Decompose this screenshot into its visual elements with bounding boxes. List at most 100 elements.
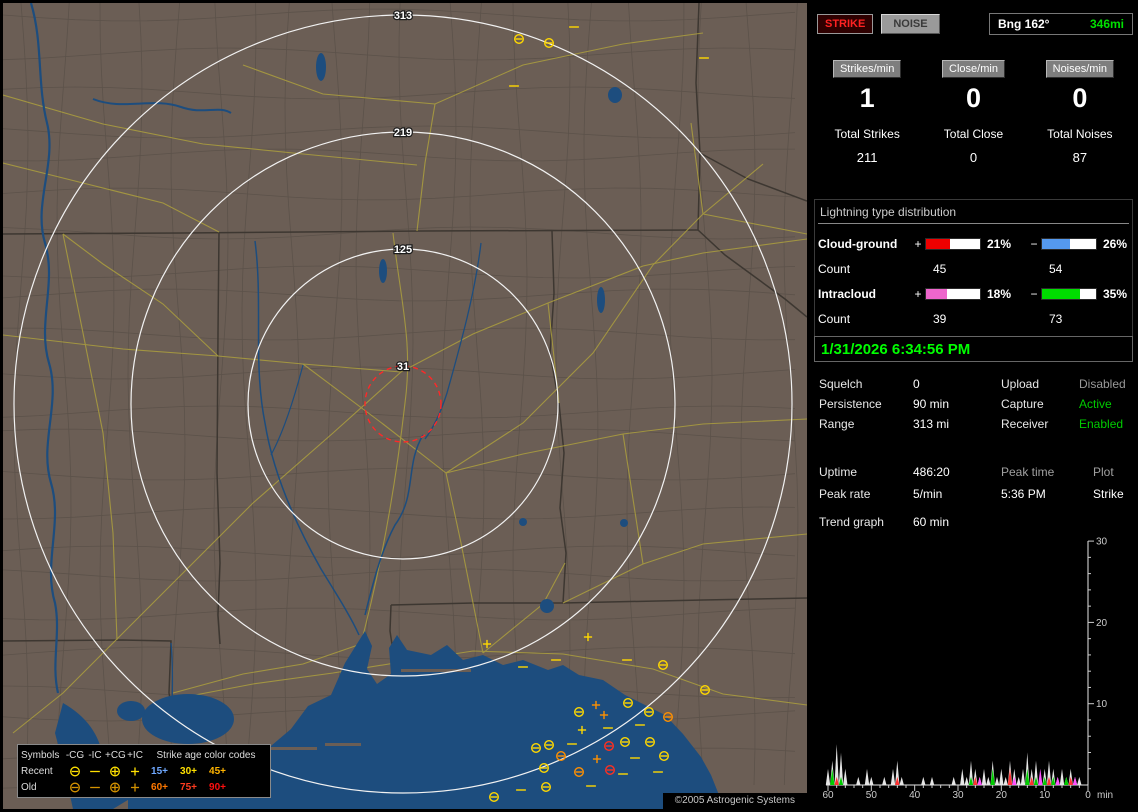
strikes-per-min-button[interactable]: Strikes/min (832, 60, 902, 78)
legend-old-row: Old 60+ 75+ 90+ (21, 779, 267, 795)
peak-rate-row: Peak rate 5/min 5:36 PM Strike (814, 483, 1133, 505)
ring-label: 31 (397, 361, 409, 373)
ring-label: 125 (394, 244, 412, 256)
cg-neg-sign: − (1030, 236, 1038, 251)
ring-label: 219 (394, 127, 412, 139)
age-75: 75+ (180, 781, 197, 793)
datetime-value: 1/31/2026 6:34:56 PM (821, 340, 971, 358)
svg-text:30: 30 (952, 790, 964, 801)
settings-section: Squelch 0 Upload Disabled Persistence 90… (814, 374, 1133, 434)
ic-pos-sign: + (914, 286, 922, 301)
noises-per-min-value: 0 (1072, 83, 1088, 113)
squelch-value: 0 (913, 377, 920, 391)
receiver-label: Receiver (1001, 417, 1049, 431)
svg-text:10: 10 (1096, 699, 1108, 710)
bearing-distance: 346mi (1089, 17, 1124, 31)
cg-pos-sign: + (914, 236, 922, 251)
map-canvas[interactable]: 313 219 125 31 (2, 2, 808, 809)
trend-graph: 0 10 20 30 40 50 60 min 10 20 30 (822, 537, 1113, 801)
cg-neg-recent-icon (65, 765, 85, 778)
legend-header-row: Symbols -CG -IC +CG +IC Strike age color… (21, 747, 267, 763)
cg-pos-recent-icon (105, 765, 125, 778)
legend-recent-row: Recent 15+ 30+ 45+ (21, 763, 267, 779)
legend-col-cg-pos: +CG (105, 749, 126, 761)
persistence-label: Persistence (819, 397, 882, 411)
ic-pos-bar (925, 287, 981, 300)
ring-label: 313 (394, 10, 412, 22)
map-legend: Symbols -CG -IC +CG +IC Strike age color… (17, 744, 271, 798)
trend-graph-label: Trend graph (819, 515, 884, 529)
ic-neg-percent: 35% (1103, 286, 1128, 301)
ic-pos-percent: 18% (987, 286, 1012, 301)
cg-neg-old-icon (65, 781, 85, 794)
strike-button[interactable]: STRIKE (817, 14, 874, 34)
svg-text:20: 20 (996, 790, 1008, 801)
cg-pos-old-icon (105, 781, 125, 794)
uptime-row: Uptime 486:20 Peak time Plot (814, 461, 1133, 483)
total-strikes-label: Total Strikes (834, 127, 900, 141)
ic-pos-old-icon (125, 781, 145, 794)
noise-button[interactable]: NOISE (881, 14, 940, 34)
uptime-section: Uptime 486:20 Peak time Plot Peak rate 5… (814, 461, 1133, 505)
map-view[interactable]: 313 219 125 31 Symbols -CG -IC +CG +IC Stri… (2, 2, 808, 809)
distribution-title: Lightning type distribution (818, 204, 1129, 224)
cloud-ground-label: Cloud-ground (818, 236, 898, 251)
ic-neg-bar (1041, 287, 1097, 300)
persistence-value: 90 min (913, 397, 950, 411)
noises-per-min-button[interactable]: Noises/min (1045, 60, 1115, 78)
svg-text:50: 50 (866, 790, 878, 801)
legend-recent-label: Recent (21, 765, 53, 777)
upload-label: Upload (1001, 377, 1040, 391)
intracloud-row: Intracloud + 18% − 35% (818, 281, 1129, 306)
svg-text:10: 10 (1039, 790, 1051, 801)
cg-pos-percent: 21% (987, 236, 1012, 251)
cg-neg-percent: 26% (1103, 236, 1128, 251)
legend-col-ic-pos: +IC (127, 749, 143, 761)
squelch-upload-row: Squelch 0 Upload Disabled (814, 374, 1133, 394)
total-strikes-value: 211 (856, 150, 878, 165)
ic-neg-recent-icon (85, 765, 105, 778)
range-receiver-row: Range 313 mi Receiver Enabled (814, 414, 1133, 434)
peak-time-header: Peak time (1001, 465, 1055, 479)
uptime-value: 486:20 (913, 465, 950, 479)
legend-col-ic-neg: -IC (88, 749, 102, 761)
strikes-rate-column: Strikes/min 1 Total Strikes 211 (814, 59, 920, 165)
squelch-label: Squelch (819, 377, 863, 391)
total-close-label: Total Close (943, 127, 1004, 141)
legend-symbols-header: Symbols (21, 749, 60, 761)
peak-time-value: 5:36 PM (1001, 487, 1046, 501)
trend-graph-header: Trend graph 60 min (819, 515, 949, 529)
upload-status: Disabled (1079, 377, 1126, 391)
close-per-min-button[interactable]: Close/min (942, 60, 1005, 78)
legend-old-label: Old (21, 781, 37, 793)
peak-rate-label: Peak rate (819, 487, 871, 501)
capture-status: Active (1079, 397, 1112, 411)
age-15: 15+ (151, 765, 168, 777)
legend-age-title: Strike age color codes (156, 749, 256, 761)
uptime-label: Uptime (819, 465, 858, 479)
total-close-value: 0 (969, 150, 978, 165)
copyright-notice: ©2005 Astrogenic Systems (662, 793, 807, 809)
ic-pos-recent-icon (125, 765, 145, 778)
total-noises-label: Total Noises (1047, 127, 1113, 141)
svg-text:30: 30 (1096, 537, 1108, 548)
intracloud-count-row: Count 39 73 (818, 306, 1129, 331)
datetime-display: 1/31/2026 6:34:56 PM (814, 336, 1133, 362)
cg-neg-count: 54 (1049, 261, 1063, 276)
alert-toolbar: STRIKE NOISE Bng 162° 346mi (817, 12, 1133, 36)
cloud-ground-row: Cloud-ground + 21% − 26% (818, 231, 1129, 256)
lightning-detector-app: 313 219 125 31 Symbols -CG -IC +CG +IC Stri… (0, 0, 1138, 812)
cloud-ground-count-row: Count 45 54 (818, 256, 1129, 281)
receiver-status: Enabled (1079, 417, 1124, 431)
legend-col-cg-neg: -CG (65, 749, 85, 761)
bearing-value: Bng 162° (998, 17, 1050, 31)
bearing-readout: Bng 162° 346mi (989, 13, 1133, 35)
intracloud-label: Intracloud (818, 286, 877, 301)
ic-pos-count: 39 (933, 311, 947, 326)
capture-label: Capture (1001, 397, 1044, 411)
noises-rate-column: Noises/min 0 Total Noises 87 (1027, 59, 1133, 165)
svg-text:min: min (1097, 790, 1113, 801)
close-rate-column: Close/min 0 Total Close 0 (920, 59, 1026, 165)
total-noises-value: 87 (1072, 150, 1088, 165)
cg-count-label: Count (818, 261, 851, 276)
